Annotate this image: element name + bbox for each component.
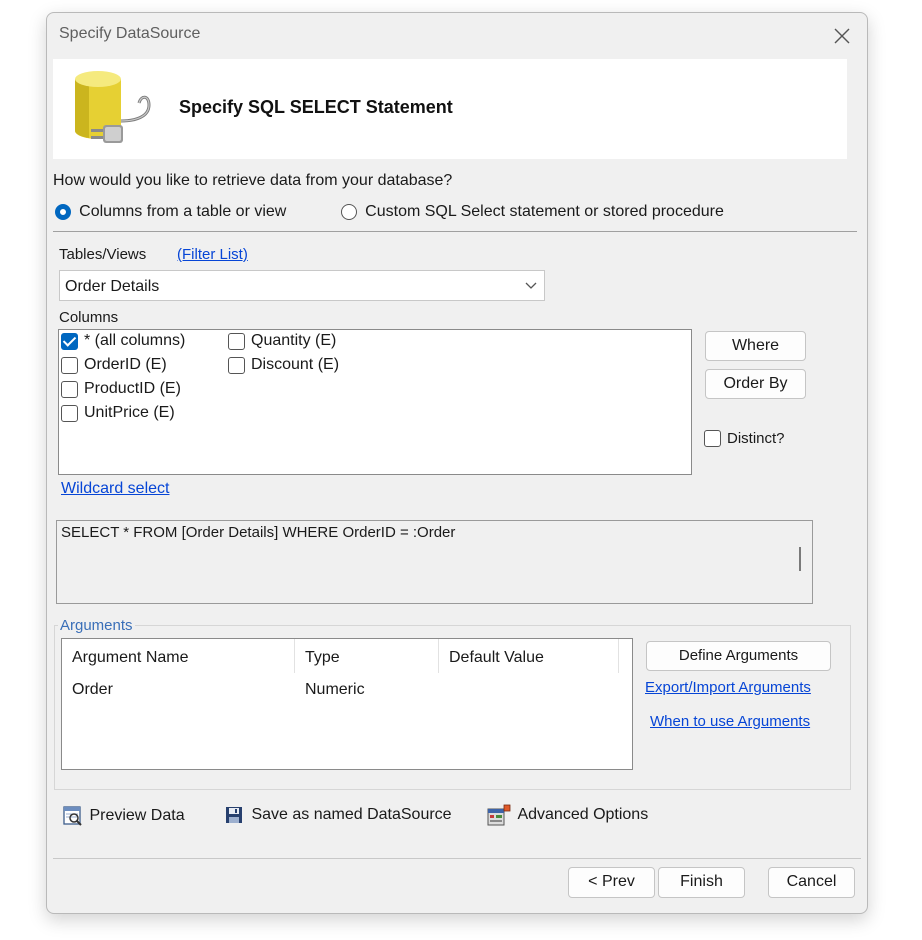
database-plug-icon: [75, 71, 151, 143]
table-row[interactable]: Order Numeric: [62, 673, 632, 705]
column-divider[interactable]: [618, 639, 619, 673]
retrieve-question: How would you like to retrieve data from…: [53, 172, 453, 189]
checkbox-icon: [228, 332, 245, 350]
export-import-arguments-link[interactable]: Export/Import Arguments: [645, 679, 811, 696]
sql-statement-text: SELECT * FROM [Order Details] WHERE Orde…: [61, 524, 456, 541]
column-item-unitprice[interactable]: UnitPrice (E): [61, 404, 175, 422]
radio-custom-sql-option[interactable]: Custom SQL Select statement or stored pr…: [341, 203, 724, 221]
footer-divider: [53, 858, 861, 859]
close-button[interactable]: [831, 25, 853, 47]
preview-data-icon: [63, 806, 82, 826]
tables-views-value: Order Details: [65, 278, 160, 295]
columns-list: * (all columns) OrderID (E) ProductID (E…: [58, 329, 692, 475]
radio-columns-option[interactable]: Columns from a table or view: [55, 203, 286, 221]
radio-columns-label: Columns from a table or view: [79, 203, 287, 221]
column-item-orderid[interactable]: OrderID (E): [61, 356, 167, 374]
arguments-group-label: Arguments: [58, 617, 135, 634]
distinct-checkbox[interactable]: Distinct?: [704, 429, 785, 447]
wildcard-select-link[interactable]: Wildcard select: [61, 480, 169, 498]
tables-views-dropdown[interactable]: Order Details: [59, 270, 545, 301]
save-datasource-label: Save as named DataSource: [251, 806, 452, 823]
radio-unselected-icon: [341, 204, 357, 221]
page-title: Specify SQL SELECT Statement: [179, 97, 453, 117]
checkbox-icon: [704, 429, 721, 447]
preview-data-label: Preview Data: [89, 807, 185, 824]
when-to-use-arguments-link[interactable]: When to use Arguments: [650, 713, 810, 730]
column-header-type[interactable]: Type: [305, 649, 340, 667]
column-item-productid[interactable]: ProductID (E): [61, 380, 181, 398]
checkbox-checked-icon: [61, 332, 78, 350]
advanced-options-icon: [487, 804, 511, 826]
close-icon: [834, 28, 850, 44]
dialog-window: Specify DataSource Specify SQL SELECT St…: [46, 12, 868, 914]
define-arguments-button[interactable]: Define Arguments: [646, 641, 831, 671]
finish-button[interactable]: Finish: [658, 867, 745, 898]
section-divider: [53, 231, 857, 232]
column-item-discount[interactable]: Discount (E): [228, 356, 339, 374]
radio-custom-sql-label: Custom SQL Select statement or stored pr…: [365, 203, 724, 221]
advanced-options-button[interactable]: Advanced Options: [487, 804, 648, 826]
column-header-argument-name[interactable]: Argument Name: [72, 649, 189, 667]
header-banner: Specify SQL SELECT Statement: [53, 59, 847, 159]
chevron-down-icon: [525, 282, 537, 289]
scrollbar-thumb[interactable]: [799, 547, 801, 571]
checkbox-icon: [61, 380, 78, 398]
checkbox-icon: [61, 356, 78, 374]
floppy-disk-icon: [226, 807, 242, 823]
columns-label: Columns: [59, 309, 119, 326]
checkbox-icon: [61, 404, 78, 422]
column-divider[interactable]: [294, 639, 295, 673]
save-datasource-button[interactable]: Save as named DataSource: [225, 806, 452, 824]
order-by-button[interactable]: Order By: [705, 369, 806, 399]
filter-list-link[interactable]: (Filter List): [177, 246, 248, 263]
distinct-label: Distinct?: [727, 429, 785, 447]
column-item-quantity[interactable]: Quantity (E): [228, 332, 336, 350]
where-button[interactable]: Where: [705, 331, 806, 361]
advanced-options-label: Advanced Options: [517, 806, 649, 823]
argument-name-cell: Order: [72, 681, 113, 698]
preview-data-button[interactable]: Preview Data: [63, 806, 185, 826]
column-item-all[interactable]: * (all columns): [61, 332, 185, 350]
column-divider[interactable]: [438, 639, 439, 673]
argument-type-cell: Numeric: [305, 681, 365, 698]
window-title: Specify DataSource: [59, 25, 201, 42]
cancel-button[interactable]: Cancel: [768, 867, 855, 898]
column-header-default-value[interactable]: Default Value: [449, 649, 544, 667]
arguments-grid: Argument Name Type Default Value Order N…: [61, 638, 633, 770]
radio-selected-icon: [55, 204, 71, 221]
sql-statement-box[interactable]: SELECT * FROM [Order Details] WHERE Orde…: [56, 520, 813, 604]
checkbox-icon: [228, 356, 245, 374]
prev-button[interactable]: < Prev: [568, 867, 655, 898]
tables-views-label: Tables/Views: [59, 246, 147, 263]
